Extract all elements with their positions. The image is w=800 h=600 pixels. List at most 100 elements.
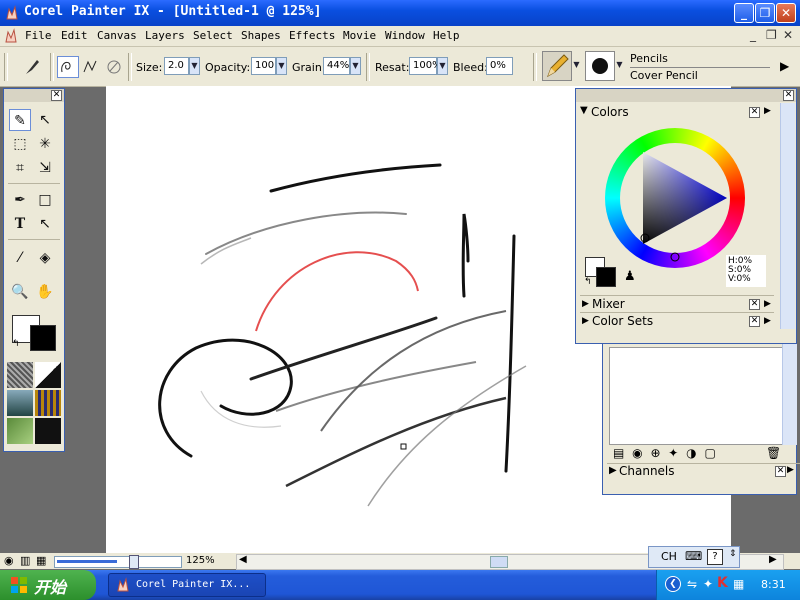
category-dropdown[interactable]: ▼	[571, 59, 582, 73]
mdi-close-button[interactable]: ✕	[783, 28, 793, 42]
network-icon[interactable]: ⇋	[687, 577, 697, 591]
zoom-slider-thumb[interactable]	[129, 555, 139, 569]
swap-colors-icon[interactable]: ↰	[12, 339, 20, 349]
dropper-tool-icon[interactable]: ⁄	[9, 247, 31, 269]
mixer-close-button[interactable]: ✕	[749, 299, 760, 310]
menu-file[interactable]: File	[25, 29, 52, 42]
layer-list[interactable]	[609, 347, 783, 445]
ime-language-label[interactable]: CH	[661, 550, 677, 563]
start-button[interactable]: 开始	[0, 570, 96, 600]
reset-tool-icon[interactable]	[104, 56, 124, 78]
variant-dropdown[interactable]: ▼	[614, 59, 625, 73]
tracing-paper-icon[interactable]: ▥	[20, 554, 30, 567]
colors-menu-icon[interactable]: ▶	[764, 106, 771, 116]
zoom-slider[interactable]	[54, 555, 182, 569]
magic-wand-icon[interactable]: ✳	[34, 133, 56, 155]
trash-icon[interactable]: 🗑	[766, 446, 781, 460]
main-color-swatch[interactable]	[30, 325, 56, 351]
menu-help[interactable]: Help	[433, 29, 460, 42]
title-bar[interactable]: Corel Painter IX - [Untitled-1 @ 125%] _…	[0, 0, 800, 26]
antivirus-icon[interactable]: K	[717, 575, 728, 591]
size-field[interactable]: 2.0	[164, 57, 189, 75]
help-icon[interactable]: ?	[707, 549, 723, 565]
menu-shapes[interactable]: Shapes	[241, 29, 281, 42]
scroll-right-icon[interactable]: ▶	[769, 554, 777, 565]
weaving-selector-icon[interactable]	[35, 390, 61, 416]
swap-colors-icon[interactable]: ↰	[584, 277, 592, 287]
menu-movie[interactable]: Movie	[343, 29, 376, 42]
colors-close-button[interactable]: ✕	[749, 107, 760, 118]
panel-close-button[interactable]: ✕	[783, 90, 794, 101]
selection-adjuster-icon[interactable]: ⇲	[34, 157, 56, 179]
pencil-category-icon[interactable]	[542, 51, 572, 81]
bleed-field[interactable]: 0%	[486, 57, 513, 75]
layer-scrollbar[interactable]	[782, 341, 797, 445]
brush-category-name[interactable]: Pencils	[630, 52, 668, 65]
scroll-left-icon[interactable]: ◀	[239, 554, 247, 565]
maximize-button[interactable]: ❐	[755, 3, 775, 23]
freehand-stroke-icon[interactable]	[57, 56, 79, 78]
menu-select[interactable]: Select	[193, 29, 233, 42]
colors-scrollbar[interactable]	[780, 103, 795, 329]
main-color-swatch[interactable]	[596, 267, 616, 287]
channels-menu-icon[interactable]: ▶	[787, 465, 794, 475]
menu-edit[interactable]: Edit	[61, 29, 88, 42]
crop-tool-icon[interactable]: ⌗	[9, 157, 31, 179]
pattern-selector-icon[interactable]	[7, 390, 33, 416]
mdi-minimize-button[interactable]: _	[750, 28, 756, 42]
color-sets-expand-icon[interactable]: ▶	[582, 316, 589, 326]
clone-color-icon[interactable]: ♟	[624, 269, 636, 284]
hue-marker[interactable]	[670, 252, 680, 262]
keyboard-icon[interactable]: ⌨	[685, 549, 702, 563]
grid-toggle-icon[interactable]: ▦	[36, 554, 46, 567]
mdi-restore-button[interactable]: ❐	[766, 28, 777, 42]
colors-collapse-icon[interactable]: ▼	[580, 105, 588, 116]
grain-field[interactable]: 44%	[323, 57, 350, 75]
language-bar-options-icon[interactable]: ⇕	[729, 549, 737, 559]
minimize-button[interactable]: _	[734, 3, 754, 23]
menu-canvas[interactable]: Canvas	[97, 29, 137, 42]
taskbar-item-painter[interactable]: Corel Painter IX...	[108, 573, 266, 597]
grain-dropdown[interactable]: ▼	[350, 57, 361, 75]
menu-effects[interactable]: Effects	[289, 29, 335, 42]
document-icon[interactable]	[3, 28, 19, 44]
shape-selection-icon[interactable]: ↖	[34, 213, 56, 235]
preview-toggle-icon[interactable]: ◉	[4, 554, 14, 567]
opacity-field[interactable]: 100	[251, 57, 276, 75]
resat-field[interactable]: 100%	[409, 57, 442, 75]
size-dropdown[interactable]: ▼	[189, 57, 200, 75]
close-button[interactable]: ✕	[776, 3, 796, 23]
layer-commands-icon[interactable]: ▤ ◉ ⊕ ✦ ◑ ▢	[613, 446, 718, 460]
pen-tool-icon[interactable]: ✒	[9, 189, 31, 211]
toolbox-close-button[interactable]: ✕	[51, 90, 62, 101]
layer-adjuster-icon[interactable]: ↖	[34, 109, 56, 131]
security-icon[interactable]: ✦	[703, 577, 713, 591]
menu-layers[interactable]: Layers	[145, 29, 185, 42]
color-sets-menu-icon[interactable]: ▶	[764, 316, 771, 326]
mixer-menu-icon[interactable]: ▶	[764, 299, 771, 309]
brush-tool-icon[interactable]: ✎	[9, 109, 31, 131]
opacity-dropdown[interactable]: ▼	[276, 57, 287, 75]
gradient-selector-icon[interactable]	[35, 362, 61, 388]
tray-expand-icon[interactable]: ❮	[665, 576, 681, 592]
resat-dropdown[interactable]: ▼	[437, 57, 448, 75]
magnifier-icon[interactable]: 🔍	[9, 281, 31, 303]
grip[interactable]	[4, 53, 8, 81]
colors-panel-header[interactable]	[576, 89, 796, 102]
straight-line-icon[interactable]	[80, 56, 100, 78]
rectangle-shape-icon[interactable]: □	[34, 189, 56, 211]
look-selector-icon[interactable]	[35, 418, 61, 444]
dab-preview-icon[interactable]	[585, 51, 615, 81]
text-tool-icon[interactable]: T	[9, 213, 31, 235]
color-sets-close-button[interactable]: ✕	[749, 316, 760, 327]
rectangular-selection-icon[interactable]: ⬚	[9, 133, 31, 155]
channels-title[interactable]: Channels	[619, 463, 800, 479]
grabber-hand-icon[interactable]: ✋	[34, 281, 56, 303]
menu-window[interactable]: Window	[385, 29, 425, 42]
saturation-value-triangle[interactable]	[605, 128, 745, 268]
brush-menu-arrow-icon[interactable]: ▶	[780, 59, 789, 73]
brush-tool-icon[interactable]	[22, 57, 42, 77]
paper-selector-icon[interactable]	[7, 362, 33, 388]
paint-bucket-icon[interactable]: ◈	[34, 247, 56, 269]
nozzle-selector-icon[interactable]	[7, 418, 33, 444]
